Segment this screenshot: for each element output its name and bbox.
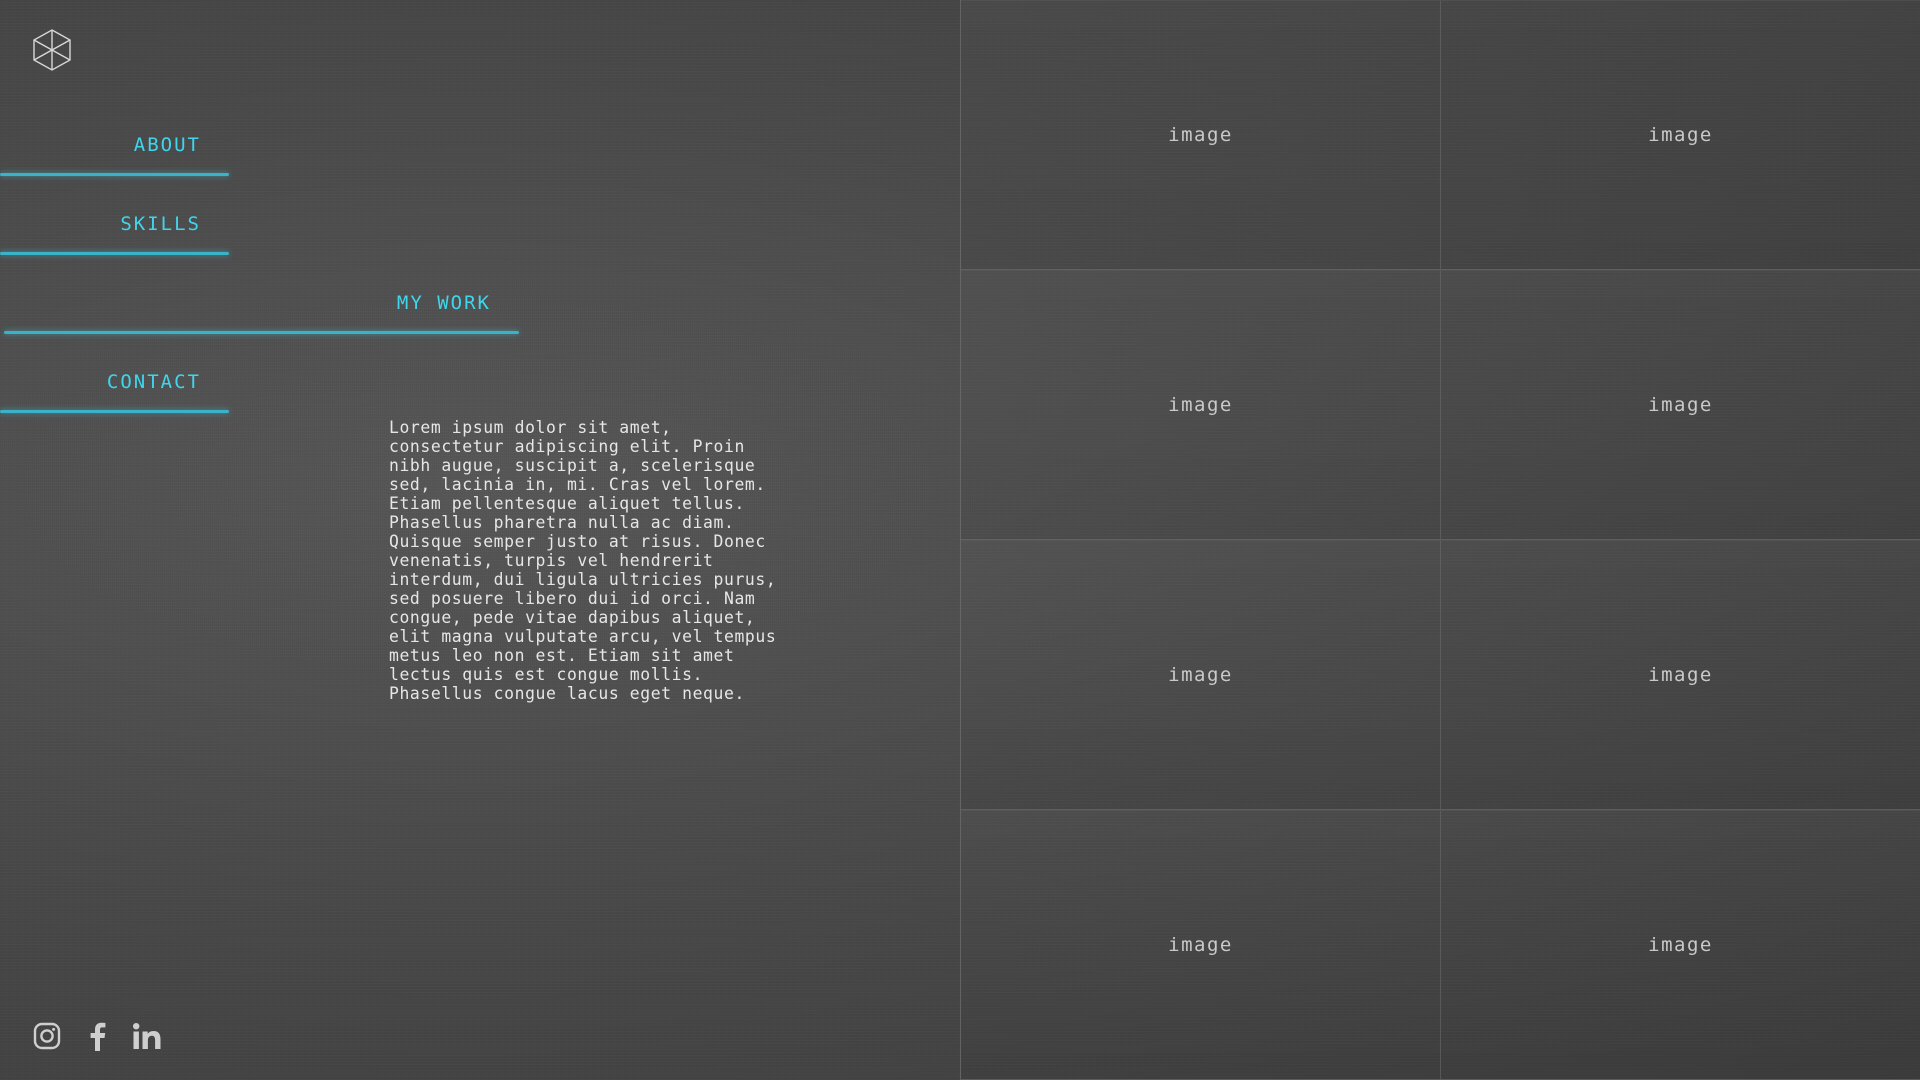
nav-item-skills-underline — [0, 252, 229, 255]
work-description: Lorem ipsum dolor sit amet, consectetur … — [389, 418, 777, 703]
linkedin-icon[interactable] — [132, 1021, 162, 1051]
social-links — [32, 1021, 162, 1051]
nav-item-my-work[interactable]: MY WORK — [0, 292, 519, 334]
work-image-tile[interactable]: image — [961, 540, 1441, 810]
portfolio-page: ABOUT SKILLS MY WORK CONTACT Lorem ipsum… — [0, 0, 1920, 1080]
cube-logo-icon[interactable] — [30, 28, 74, 72]
nav-item-contact[interactable]: CONTACT — [0, 371, 229, 413]
work-image-tile[interactable]: image — [1441, 270, 1920, 540]
nav-item-about-underline — [0, 173, 229, 176]
nav-item-skills-label: SKILLS — [120, 213, 201, 235]
work-image-tile[interactable]: image — [961, 270, 1441, 540]
nav-item-contact-label: CONTACT — [106, 371, 201, 393]
nav-item-my-work-underline — [4, 331, 519, 334]
work-image-tile[interactable]: image — [1441, 810, 1920, 1080]
work-image-tile[interactable]: image — [1441, 540, 1920, 810]
instagram-icon[interactable] — [32, 1021, 62, 1051]
facebook-icon[interactable] — [82, 1021, 112, 1051]
work-image-tile[interactable]: image — [961, 810, 1441, 1080]
nav-item-about[interactable]: ABOUT — [0, 134, 229, 176]
nav-item-skills[interactable]: SKILLS — [0, 213, 229, 255]
work-image-grid: image image image image image image imag… — [960, 0, 1920, 1080]
nav-item-my-work-label: MY WORK — [396, 292, 491, 314]
nav-item-about-label: ABOUT — [133, 134, 201, 156]
work-image-tile[interactable]: image — [1441, 0, 1920, 270]
nav-item-contact-underline — [0, 410, 229, 413]
work-image-tile[interactable]: image — [961, 0, 1441, 270]
